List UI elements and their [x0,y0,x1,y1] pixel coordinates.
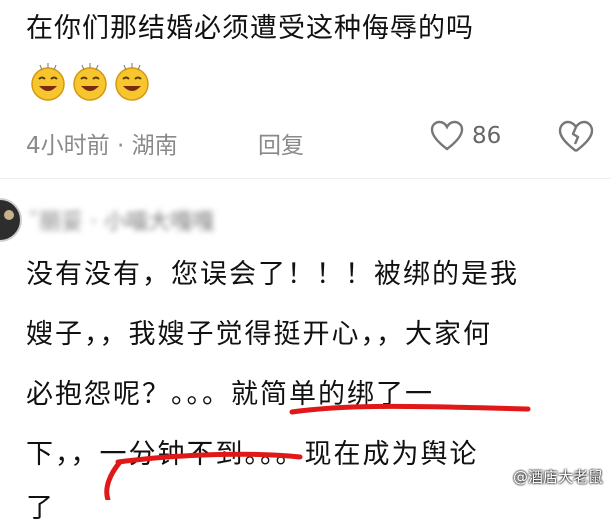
emoji-row [28,62,152,102]
reply-username[interactable]: ˇ丽妥 · 小喵大嘎嘎 [28,204,214,236]
reply-text-line: 了 [26,493,55,524]
divider [0,178,611,179]
broken-heart-icon[interactable] [558,120,594,154]
avatar[interactable] [0,198,22,242]
comment-meta: 4小时前 · 湖南 回复 86 [26,120,596,160]
comment-time-location: 4小时前 · 湖南 [26,133,178,159]
reply-button[interactable]: 回复 [258,126,304,160]
watermark: @酒店大老鼠 [512,468,603,486]
grin-emoji-icon [115,63,149,101]
like-button[interactable]: 86 [430,120,501,152]
grin-emoji-icon [73,63,107,101]
heart-icon [430,120,464,151]
comment-text: 在你们那结婚必须遭受这种侮辱的吗 [26,13,474,44]
reply-text-line: 下，，一分钟不到。。。现在成为舆论 [26,439,479,470]
reply-text-line: 没有没有，您误会了！！！被绑的是我 [26,259,519,290]
grin-emoji-icon [31,63,65,101]
reply-text-line: 必抱怨呢？。。。就简单的绑了一 [26,379,434,410]
reply-text-line: 嫂子，，我嫂子觉得挺开心，，大家何 [26,319,492,350]
like-count: 86 [472,123,502,149]
